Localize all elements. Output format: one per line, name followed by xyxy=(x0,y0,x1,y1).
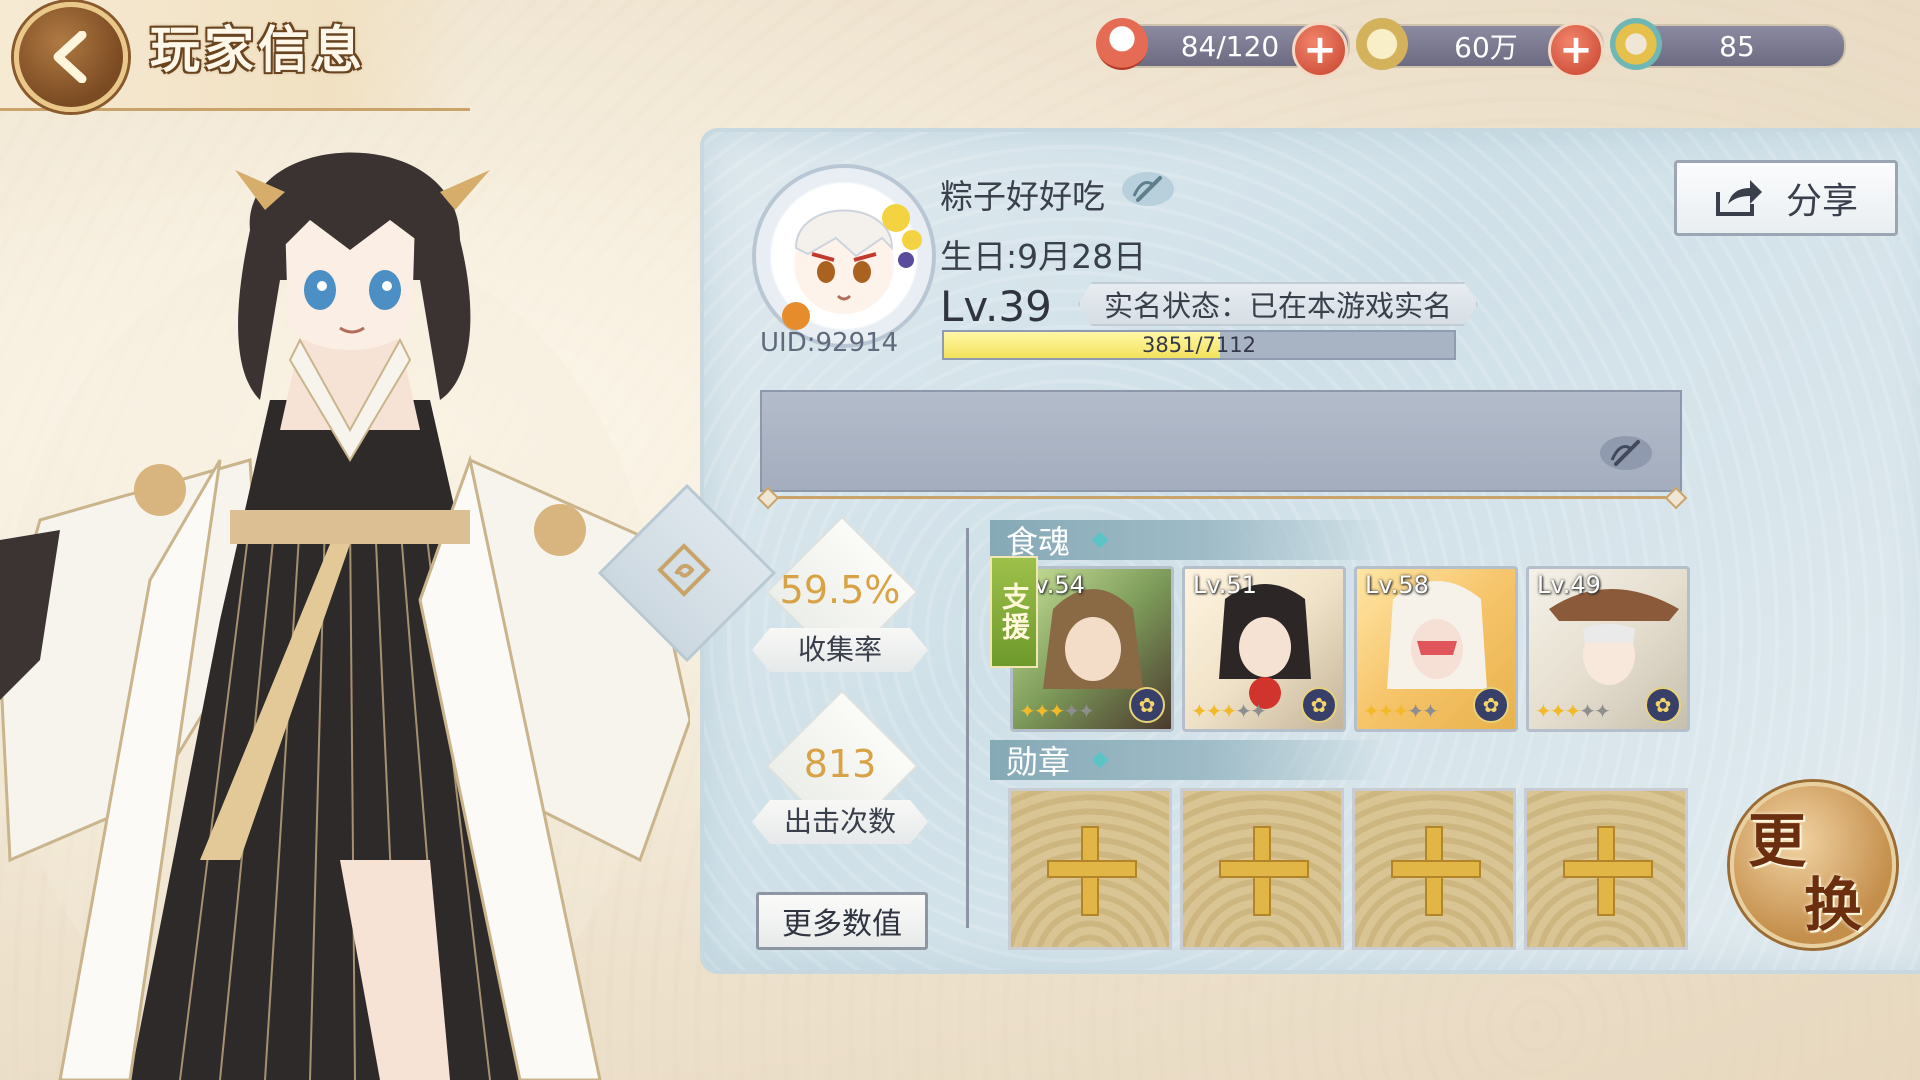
medal-slot-2[interactable] xyxy=(1180,788,1344,950)
stamina-value: 84/120 xyxy=(1180,29,1280,63)
page-title: 玩家信息 xyxy=(150,21,366,79)
soul-card-3[interactable]: Lv.58 ✦✦✦✦✦ ✿ xyxy=(1354,566,1518,732)
star-filled-icon: ✦ xyxy=(1392,699,1410,723)
sorties-value: 813 xyxy=(803,742,877,786)
star-empty-icon: ✦ xyxy=(1579,699,1596,723)
star-empty-icon: ✦ xyxy=(1078,699,1095,723)
sorties-label: 出击次数 xyxy=(752,800,928,844)
soul-card-4[interactable]: Lv.49 ✦✦✦✦✦ ✿ xyxy=(1526,566,1690,732)
collection-rate-value: 59.5% xyxy=(779,568,901,612)
star-empty-icon: ✦ xyxy=(1594,699,1611,723)
soul-stars: ✦✦✦✦✦ xyxy=(1535,699,1611,723)
star-empty-icon: ✦ xyxy=(1063,699,1080,723)
star-filled-icon: ✦ xyxy=(1363,699,1380,723)
star-filled-icon: ✦ xyxy=(1191,699,1208,723)
support-tag: 支援 xyxy=(990,556,1038,668)
star-filled-icon: ✦ xyxy=(1048,699,1066,723)
soul-fate-icon: ✿ xyxy=(1301,687,1337,723)
medal-section-title: 勋章 xyxy=(1006,743,1071,781)
realname-status-badge: 实名状态：已在本游戏实名 xyxy=(1078,282,1478,326)
soul-section-header: 食魂 xyxy=(990,520,1386,561)
soul-level: Lv.51 xyxy=(1193,571,1257,599)
section-diamond-icon xyxy=(1091,531,1109,549)
change-button-top: 更 xyxy=(1748,807,1807,875)
collection-rate-label: 收集率 xyxy=(752,628,928,672)
rice-bowl-icon xyxy=(1096,18,1148,70)
back-button[interactable] xyxy=(14,2,128,112)
medal-slot-1[interactable] xyxy=(1008,788,1172,950)
soul-fate-icon: ✿ xyxy=(1129,687,1165,723)
add-icon xyxy=(1219,826,1309,916)
medal-slot-4[interactable] xyxy=(1524,788,1688,950)
chibi-avatar-icon xyxy=(782,204,922,330)
star-filled-icon: ✦ xyxy=(1535,699,1552,723)
add-icon xyxy=(1391,826,1481,916)
character-illustration xyxy=(0,152,690,1080)
soul-fate-icon: ✿ xyxy=(1645,687,1681,723)
star-filled-icon: ✦ xyxy=(1549,699,1567,723)
soul-fate-icon: ✿ xyxy=(1473,687,1509,723)
exp-text: 3851/7112 xyxy=(1142,333,1256,357)
player-uid: UID:92914 xyxy=(760,328,899,358)
soul-stars: ✦✦✦✦✦ xyxy=(1191,699,1267,723)
exp-bar: 3851/7112 xyxy=(942,330,1456,360)
edit-nickname-icon[interactable] xyxy=(1120,170,1176,208)
player-nickname: 粽子好好吃 xyxy=(940,177,1105,216)
star-filled-icon: ✦ xyxy=(1033,699,1051,723)
vertical-divider xyxy=(966,528,969,928)
add-icon xyxy=(1047,826,1137,916)
soul-level: Lv.49 xyxy=(1537,571,1601,599)
add-icon xyxy=(1563,826,1653,916)
star-filled-icon: ✦ xyxy=(1205,699,1223,723)
soul-level: Lv.58 xyxy=(1365,571,1429,599)
change-button[interactable]: 更 换 xyxy=(1730,782,1896,948)
jade-value: 85 xyxy=(1719,29,1755,63)
swirl-icon xyxy=(657,543,711,597)
edit-signature-icon[interactable] xyxy=(1598,434,1654,472)
change-button-bottom: 换 xyxy=(1804,871,1863,939)
add-gold-button[interactable]: + xyxy=(1548,22,1604,78)
gold-value: 60万 xyxy=(1454,31,1518,64)
player-avatar[interactable] xyxy=(752,164,936,348)
jade-ring-icon xyxy=(1610,18,1662,70)
add-stamina-button[interactable]: + xyxy=(1292,22,1348,78)
star-filled-icon: ✦ xyxy=(1564,699,1582,723)
more-stats-button[interactable]: 更多数值 xyxy=(756,892,928,950)
soul-stars: ✦✦✦✦✦ xyxy=(1019,699,1095,723)
star-empty-icon: ✦ xyxy=(1250,699,1267,723)
share-label: 分享 xyxy=(1785,181,1858,222)
player-birthday: 生日:9月28日 xyxy=(940,237,1147,276)
soul-stars: ✦✦✦✦✦ xyxy=(1363,699,1439,723)
star-filled-icon: ✦ xyxy=(1019,699,1036,723)
signature-box[interactable] xyxy=(760,390,1682,492)
soul-card-2[interactable]: Lv.51 ✦✦✦✦✦ ✿ xyxy=(1182,566,1346,732)
share-button[interactable]: 分享 xyxy=(1674,160,1898,236)
share-icon xyxy=(1715,180,1762,216)
star-filled-icon: ✦ xyxy=(1220,699,1238,723)
star-empty-icon: ✦ xyxy=(1407,699,1424,723)
star-filled-icon: ✦ xyxy=(1377,699,1395,723)
coin-icon xyxy=(1356,18,1408,70)
player-level: Lv.39 xyxy=(940,282,1052,331)
star-empty-icon: ✦ xyxy=(1422,699,1439,723)
signature-divider xyxy=(766,496,1678,499)
medal-section-header: 勋章 xyxy=(990,740,1386,781)
medal-slot-3[interactable] xyxy=(1352,788,1516,950)
star-empty-icon: ✦ xyxy=(1235,699,1252,723)
back-arrow-icon xyxy=(53,31,87,83)
section-diamond-icon xyxy=(1091,751,1109,769)
